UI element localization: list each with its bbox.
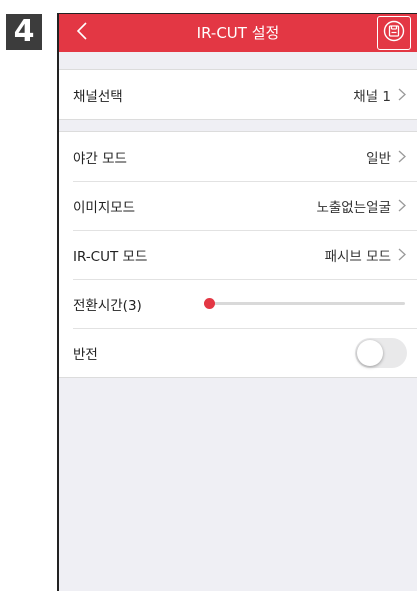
row-label: 이미지모드 [73, 199, 136, 216]
flip-toggle[interactable] [355, 337, 407, 368]
row-label: 야간 모드 [73, 150, 127, 167]
page: 4 IR-CUT 설정 채널선택 채널 1 야간 모드 일반 이미지모드 노출없… [0, 0, 417, 591]
chevron-right-icon [397, 248, 407, 262]
row-switch-time: 전환시간(3) [59, 279, 417, 328]
header-bar: IR-CUT 설정 [59, 14, 417, 52]
step-badge: 4 [6, 14, 42, 50]
row-ircut-mode[interactable]: IR-CUT 모드 패시브 모드 [59, 230, 417, 279]
save-icon [383, 20, 405, 46]
row-channel-select[interactable]: 채널선택 채널 1 [59, 70, 417, 119]
chevron-right-icon [397, 150, 407, 164]
row-value: 일반 [366, 150, 391, 167]
row-value: 패시브 모드 [324, 248, 391, 265]
chevron-left-icon [76, 22, 87, 44]
save-button[interactable] [377, 16, 411, 50]
row-value: 채널 1 [353, 88, 391, 105]
row-label: 채널선택 [73, 88, 123, 105]
back-button[interactable] [67, 14, 97, 52]
slider-thumb[interactable] [204, 298, 215, 309]
switch-time-slider[interactable] [204, 279, 405, 328]
toggle-knob [357, 339, 383, 366]
chevron-right-icon [397, 88, 407, 102]
channel-group: 채널선택 채널 1 [59, 69, 417, 120]
page-title: IR-CUT 설정 [196, 24, 280, 42]
row-label: 전환시간(3) [73, 297, 142, 314]
row-flip: 반전 [59, 328, 417, 377]
row-label: 반전 [73, 346, 98, 363]
chevron-right-icon [397, 199, 407, 213]
row-value: 노출없는얼굴 [316, 199, 391, 216]
phone-screen: IR-CUT 설정 채널선택 채널 1 야간 모드 일반 이미지모드 노출없는얼… [57, 13, 417, 591]
row-night-mode[interactable]: 야간 모드 일반 [59, 132, 417, 181]
row-label: IR-CUT 모드 [73, 248, 148, 265]
slider-track [204, 302, 405, 305]
settings-group: 야간 모드 일반 이미지모드 노출없는얼굴 IR-CUT 모드 패시브 모드 전… [59, 131, 417, 378]
row-image-mode[interactable]: 이미지모드 노출없는얼굴 [59, 181, 417, 230]
